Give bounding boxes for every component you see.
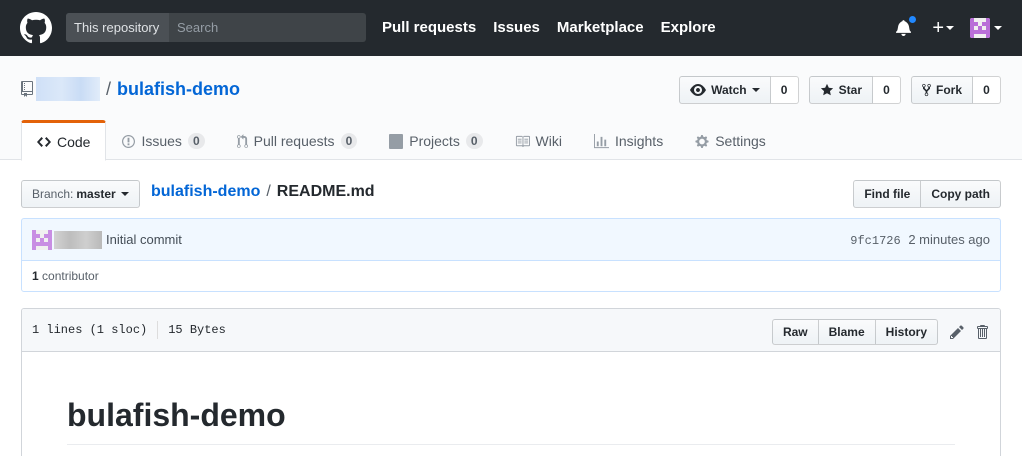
repo-title: / bulafish-demo [21, 77, 240, 101]
tab-label: Settings [715, 133, 766, 149]
tab-issues[interactable]: Issues 0 [106, 120, 220, 160]
commit-time: 2 minutes ago [908, 232, 990, 247]
site-header: This repository Pull requests Issues Mar… [0, 0, 1022, 56]
tab-label: Wiki [535, 133, 562, 149]
pull-requests-counter: 0 [340, 133, 358, 149]
file-header: 1 lines (1 sloc) 15 Bytes Raw Blame Hist… [22, 309, 1000, 352]
tab-settings[interactable]: Settings [679, 120, 782, 160]
file-box: 1 lines (1 sloc) 15 Bytes Raw Blame Hist… [21, 308, 1001, 456]
file-size: 15 Bytes [168, 323, 226, 337]
star-icon [820, 83, 833, 96]
github-logo-icon[interactable] [20, 12, 52, 44]
tab-label: Insights [614, 133, 664, 149]
repo-actions: Watch 0 Star 0 Fork 0 [669, 76, 1001, 104]
book-icon [515, 135, 530, 147]
file-lines: 1 lines (1 sloc) [32, 323, 148, 337]
chevron-down-icon [120, 192, 129, 196]
fork-group: Fork 0 [910, 76, 1001, 104]
branch-prefix: Branch: [32, 187, 74, 201]
header-nav: Pull requests Issues Marketplace Explore [382, 0, 733, 56]
tab-label: Code [57, 133, 91, 150]
tab-pull-requests[interactable]: Pull requests 0 [221, 120, 374, 160]
contributors-bar[interactable]: 1 contributor [21, 260, 1001, 292]
tab-projects[interactable]: Projects 0 [373, 120, 498, 160]
breadcrumb-file: README.md [276, 183, 375, 200]
repo-icon [21, 81, 33, 97]
eye-icon [690, 84, 707, 96]
chevron-down-icon [751, 88, 760, 92]
trash-icon[interactable] [976, 324, 988, 340]
breadcrumb-repo-link[interactable]: bulafish-demo [151, 183, 260, 201]
site-search: This repository [66, 13, 366, 42]
repo-header: / bulafish-demo Watch 0 Star 0 Fork 0 Co… [0, 56, 1022, 161]
readme-body: bulafish-demo [22, 352, 1000, 445]
repo-forked-icon [922, 83, 931, 97]
header-user-menu: + [896, 15, 1002, 40]
issues-counter: 0 [187, 133, 205, 149]
issue-icon [122, 134, 136, 148]
commit-tease: Initial commit 9fc1726 2 minutes ago [21, 218, 1001, 261]
contributor-count: 1 [32, 269, 39, 283]
nav-explore[interactable]: Explore [661, 0, 716, 56]
branch-name: master [76, 187, 116, 201]
raw-button[interactable]: Raw [771, 319, 819, 345]
chevron-down-icon[interactable] [994, 26, 1002, 30]
watch-button[interactable]: Watch [679, 76, 771, 104]
nav-pull-requests[interactable]: Pull requests [382, 0, 476, 56]
path-separator: / [106, 78, 112, 99]
history-button[interactable]: History [874, 319, 938, 345]
file-info-divider [157, 321, 159, 339]
gear-icon [695, 134, 709, 148]
copy-path-button[interactable]: Copy path [921, 180, 1001, 208]
star-group: Star 0 [808, 76, 901, 104]
search-input[interactable] [169, 13, 366, 42]
notification-bell-icon[interactable] [896, 15, 918, 37]
repo-owner-redacted[interactable] [36, 77, 100, 101]
projects-counter: 0 [465, 133, 483, 149]
fork-button[interactable]: Fork [910, 76, 973, 104]
tab-wiki[interactable]: Wiki [499, 120, 578, 160]
tab-label: Issues [141, 133, 182, 149]
tab-code[interactable]: Code [21, 120, 107, 161]
watch-group: Watch 0 [679, 76, 799, 104]
file-nav-buttons: Find file Copy path [853, 180, 1001, 208]
nav-marketplace[interactable]: Marketplace [557, 0, 644, 56]
readme-heading: bulafish-demo [67, 397, 955, 445]
watch-count[interactable]: 0 [770, 76, 799, 104]
contributor-label: contributor [42, 269, 99, 283]
user-avatar[interactable] [970, 18, 990, 38]
breadcrumb: bulafish-demo / README.md [151, 183, 375, 201]
repo-nav: Code Issues 0 Pull requests 0 Projects 0… [21, 120, 782, 161]
nav-issues[interactable]: Issues [493, 0, 540, 56]
create-new-icon[interactable]: + [932, 18, 944, 38]
commit-author-avatar[interactable] [32, 229, 52, 250]
fork-label: Fork [935, 83, 962, 97]
find-file-button[interactable]: Find file [853, 180, 922, 208]
project-icon [389, 133, 404, 149]
star-button[interactable]: Star [808, 76, 873, 104]
pencil-icon[interactable] [950, 324, 964, 340]
graph-icon [593, 133, 609, 148]
branch-select-button[interactable]: Branch: master [21, 180, 140, 208]
tab-label: Pull requests [253, 133, 335, 149]
commit-meta: 9fc1726 2 minutes ago [850, 232, 990, 248]
code-icon [37, 136, 51, 147]
commit-sha-link[interactable]: 9fc1726 [850, 234, 900, 248]
file-actions: Raw Blame History [771, 319, 988, 345]
tab-insights[interactable]: Insights [578, 120, 679, 160]
star-count[interactable]: 0 [872, 76, 901, 104]
pull-request-icon [236, 133, 248, 148]
chevron-down-icon[interactable] [946, 26, 954, 30]
commit-author-redacted[interactable] [54, 230, 102, 249]
breadcrumb-separator: / [266, 183, 271, 200]
blame-button[interactable]: Blame [817, 319, 876, 345]
fork-count[interactable]: 0 [973, 76, 1001, 104]
notification-unread-dot [908, 15, 918, 24]
star-label: Star [838, 83, 862, 97]
search-scope-label[interactable]: This repository [66, 13, 169, 42]
tab-label: Projects [409, 133, 460, 149]
watch-label: Watch [711, 83, 747, 97]
repo-name-link[interactable]: bulafish-demo [117, 79, 240, 100]
commit-message-link[interactable]: Initial commit [106, 232, 182, 247]
